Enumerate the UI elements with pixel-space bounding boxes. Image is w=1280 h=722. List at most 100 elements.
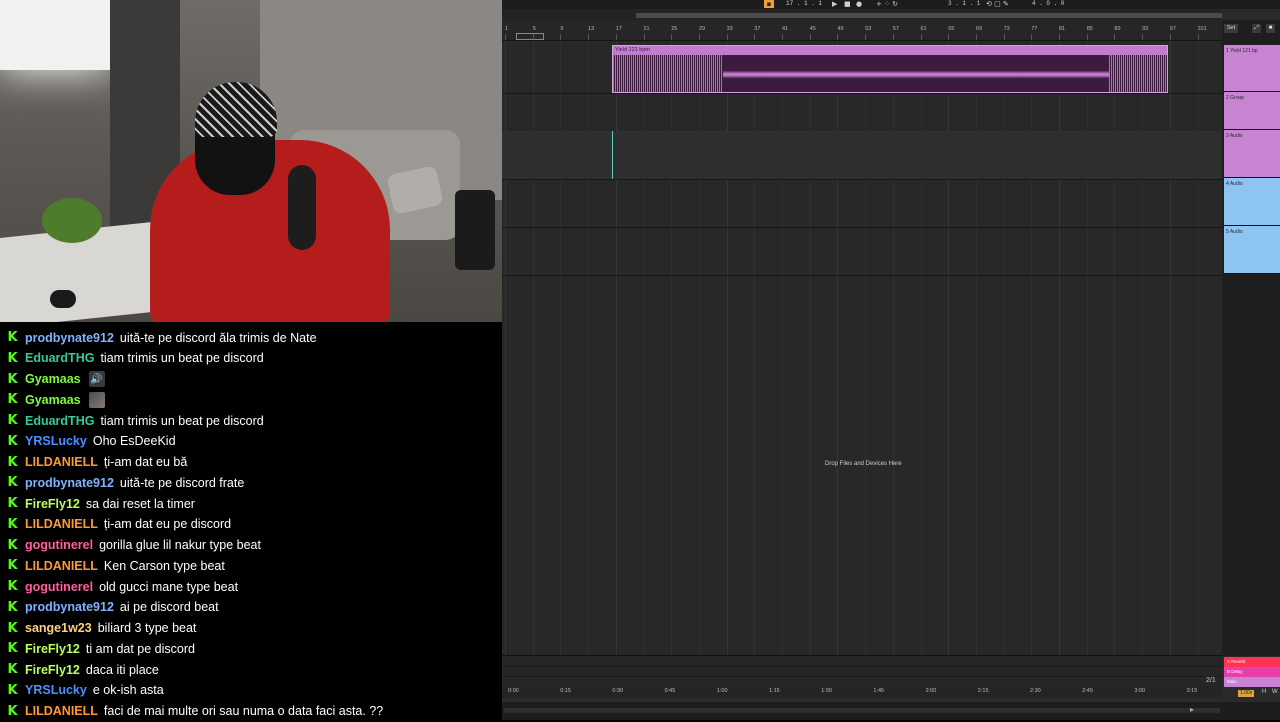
bar-number: 73: [1003, 26, 1010, 32]
return-lanes: [502, 655, 1222, 687]
chat-username[interactable]: LILDANIELL: [25, 559, 98, 573]
kick-badge-icon: K: [7, 537, 18, 553]
scroll-right-icon[interactable]: ▸: [1190, 705, 1194, 714]
arrangement-view[interactable]: Yield 121 bpm Drop Files and Devices Her…: [502, 41, 1222, 655]
chat-message: K LILDANIELL Ken Carson type beat: [0, 555, 224, 576]
bar-number: 101: [1197, 26, 1207, 32]
bar-number: 53: [865, 26, 872, 32]
bar-tick: [726, 34, 728, 40]
play-button[interactable]: ▶: [832, 0, 837, 8]
chat-username[interactable]: Gyamaas: [25, 372, 81, 386]
kick-badge-icon: K: [7, 599, 18, 615]
chat-message: Ksange1w23 biliard 3 type beat: [0, 618, 196, 639]
bar-tick: [671, 34, 673, 40]
chat-username[interactable]: YRSLucky: [25, 683, 87, 697]
chat-username[interactable]: gogutinerel: [25, 580, 93, 594]
track-name: 2 Group: [1226, 95, 1245, 101]
chat-username[interactable]: EduardTHG: [25, 414, 94, 428]
bar-tick: [560, 34, 562, 40]
track-lane[interactable]: [502, 227, 1222, 276]
chat-username[interactable]: gogutinerel: [25, 538, 93, 552]
width-icon[interactable]: W: [1272, 689, 1278, 695]
follow-icon[interactable]: ⤢: [1252, 24, 1261, 33]
overview-thumb[interactable]: [636, 13, 1222, 18]
daw-window: ▪ 17 . 1 . 1 ▶ ■ ● + ⁘ ↻ 3 . 1 . 1 ⟲ ▢ ✎…: [502, 0, 1280, 720]
chat-message-text: faci de mai multe ori sau numa o data fa…: [103, 704, 384, 718]
audio-clip[interactable]: Yield 121 bpm: [612, 45, 1168, 93]
chat-username[interactable]: sange1w23: [25, 621, 92, 635]
bar-tick: [1114, 34, 1116, 40]
bar-number: 85: [1086, 26, 1093, 32]
chat-message-text: ți-am dat eu pe discord: [103, 517, 232, 532]
time-label: 1:00: [716, 688, 728, 694]
time-label: 0:00: [508, 688, 519, 694]
bar-tick: [782, 34, 783, 40]
kick-badge-icon: K: [7, 350, 18, 366]
loop-icon[interactable]: ⟲ ▢ ✎: [986, 0, 1009, 8]
chat-message-text: biliard 3 type beat: [97, 621, 197, 635]
plant: [42, 198, 102, 243]
set-button[interactable]: Set: [1224, 24, 1238, 33]
chat-username[interactable]: FireFly12: [25, 663, 80, 677]
kick-badge-icon: K: [7, 641, 18, 657]
return-track-header[interactable]: B Delay: [1224, 667, 1280, 677]
return-track-header[interactable]: A Reverb: [1224, 657, 1280, 667]
track-name: 5 Audio: [1226, 229, 1243, 235]
loop-length[interactable]: 4 . 0 . 0: [1032, 0, 1064, 8]
zoom-readout[interactable]: 1.00x: [1238, 690, 1255, 697]
track-header[interactable]: 1 Yield 121 bp: [1224, 45, 1280, 92]
chat-message-text: old gucci mane type beat: [99, 579, 239, 594]
chat-message-text: uită-te pe discord frate: [119, 475, 245, 490]
track-header[interactable]: 5 Audio: [1224, 226, 1280, 274]
chat-username[interactable]: Gyamaas: [25, 393, 81, 407]
chat-username[interactable]: prodbynate912: [25, 600, 114, 614]
lock-icon[interactable]: ■: [1266, 24, 1275, 33]
chat-message: Kgogutinerel gorilla glue lil nakur type …: [0, 535, 261, 556]
loop-brace[interactable]: [516, 33, 544, 40]
loop-start[interactable]: 3 . 1 . 1: [948, 0, 980, 8]
chat-username[interactable]: LILDANIELL: [25, 517, 98, 531]
track-lane[interactable]: [502, 93, 1222, 132]
time-ruler[interactable]: 0:00 0:15 0:30 0:45 1:00 1:15 1:30 1:45 2:00 2:15…: [502, 686, 1222, 698]
chat-username[interactable]: LILDANIELL: [25, 704, 98, 718]
time-label: 0:30: [612, 688, 624, 694]
kick-badge-icon: K: [7, 496, 18, 511]
scroll-track[interactable]: [504, 708, 1220, 713]
hide-icon[interactable]: H: [1262, 689, 1266, 695]
bar-number: 65: [948, 26, 955, 32]
chat-panel: Kprodbynate912 uită-te pe discord ăla tri…: [0, 322, 502, 720]
chat-username[interactable]: LILDANIELL: [25, 455, 98, 469]
kick-badge-icon: K: [7, 703, 18, 719]
chat-username[interactable]: YRSLucky: [25, 434, 87, 448]
chat-message-text: ai pe discord beat: [119, 600, 219, 615]
time-label: 2:15: [977, 688, 989, 694]
chat-message: K YRSLucky Oho EsDeeKid: [0, 431, 175, 452]
chat-username[interactable]: EduardTHG: [25, 351, 94, 365]
webcam-feed: [0, 0, 502, 322]
track-header[interactable]: 3 Audio: [1224, 130, 1280, 178]
chat-username[interactable]: prodbynate912: [25, 331, 114, 345]
return-headers: A Reverb B Delay Main: [1224, 657, 1280, 687]
track-header[interactable]: 2 Group: [1224, 92, 1280, 130]
horizontal-scrollbar[interactable]: ▸: [502, 702, 1280, 720]
chat-message-text: gorilla glue lil nakur type beat: [99, 538, 261, 552]
track-header[interactable]: 4 Audio: [1224, 178, 1280, 226]
chat-username[interactable]: FireFly12: [25, 642, 80, 656]
bar-ruler[interactable]: 1 5 9 13 17 21 25 29 33 37 41 45 49 53 57 61 65 69 73 77 81 8…: [502, 20, 1222, 41]
bar-number: 9: [560, 26, 564, 32]
record-button[interactable]: ●: [856, 0, 862, 8]
metronome-button[interactable]: ▪: [764, 0, 774, 8]
track-lane[interactable]: [502, 131, 1222, 180]
bar-number: 89: [1114, 26, 1121, 32]
return-track-header[interactable]: Main: [1224, 677, 1280, 687]
overdub-icon[interactable]: + ⁘ ↻: [876, 0, 898, 8]
track-lane[interactable]: [502, 179, 1222, 228]
chat-username[interactable]: prodbynate912: [25, 476, 114, 490]
stop-button[interactable]: ■: [844, 0, 851, 8]
bar-number: 81: [1059, 26, 1066, 32]
song-position[interactable]: 17 . 1 . 1: [786, 0, 822, 8]
transport-bar: ▪ 17 . 1 . 1 ▶ ■ ● + ⁘ ↻ 3 . 1 . 1 ⟲ ▢ ✎…: [502, 0, 1280, 9]
kick-badge-icon: K: [7, 433, 18, 449]
chat-username[interactable]: FireFly12: [25, 497, 80, 511]
chat-message-text: tiam trimis un beat pe discord: [100, 413, 264, 428]
